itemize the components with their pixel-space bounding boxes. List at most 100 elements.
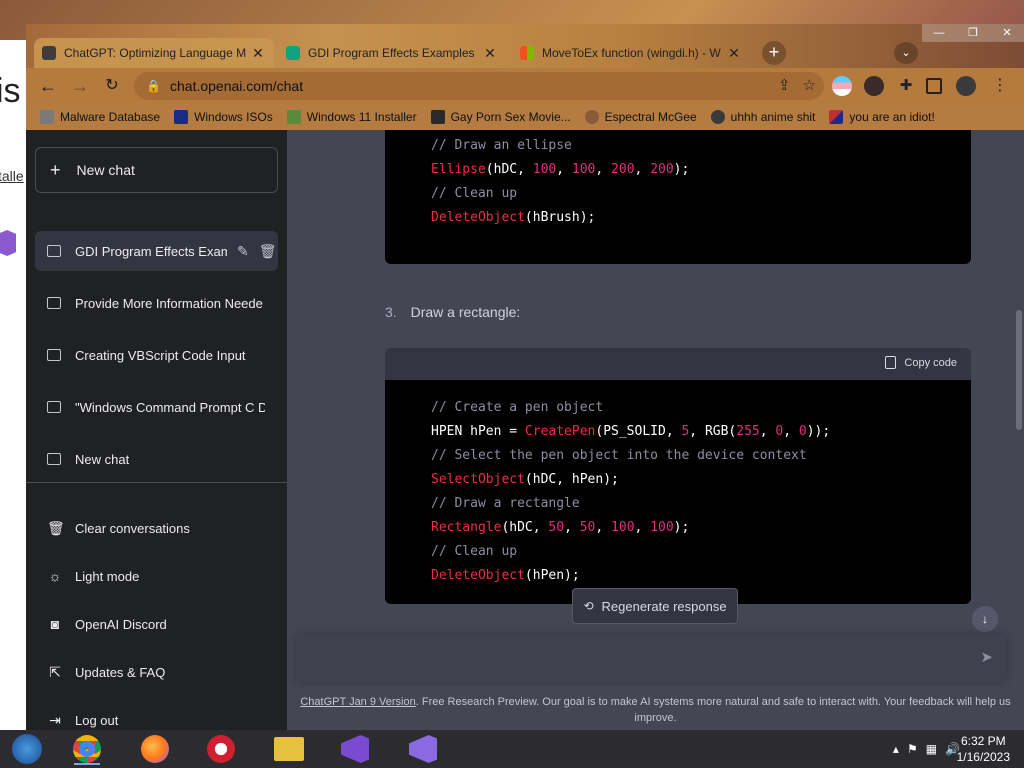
code-token: // Clean up	[431, 186, 518, 201]
bookmark-item[interactable]: Espectral McGee	[584, 110, 697, 124]
log-out-button[interactable]: ⇥ Log out	[47, 712, 118, 729]
system-tray: ▴ ⚑ ▦ 🔊	[893, 742, 960, 756]
tab-movetoex[interactable]: MoveToEx function (wingdi.h) - W ✕	[512, 38, 750, 68]
conversation-item[interactable]: "Windows Command Prompt C D	[35, 387, 278, 427]
bookmark-item[interactable]: uhhh anime shit	[710, 110, 815, 124]
start-button[interactable]	[8, 733, 46, 765]
taskbar-visual-studio-installer[interactable]	[404, 733, 442, 765]
avatar-icon	[584, 110, 599, 124]
close-window-button[interactable]: ✕	[990, 24, 1024, 42]
light-mode-button[interactable]: ☼ Light mode	[47, 568, 140, 584]
code-token: 100	[611, 520, 635, 535]
forward-button[interactable]: →	[68, 74, 92, 98]
code-token: ,	[783, 424, 799, 439]
show-hidden-icons-icon[interactable]: ▴	[893, 742, 899, 756]
code-block-ellipse: // Draw an ellipse Ellipse(hDC, 100, 100,…	[385, 130, 971, 264]
visual-studio-logo-icon	[0, 230, 16, 256]
bookmark-item[interactable]: Windows ISOs	[174, 110, 273, 124]
profile-avatar-icon[interactable]	[956, 76, 976, 96]
close-tab-icon[interactable]: ✕	[482, 45, 498, 62]
code-token: // Create a pen object	[431, 400, 604, 415]
refresh-icon: ⟲	[583, 599, 594, 613]
system-clock[interactable]: 6:32 PM 1/16/2023	[957, 733, 1010, 765]
address-bar[interactable]: 🔒 chat.openai.com/chat ⇪ ☆	[134, 72, 824, 100]
conversation-item[interactable]: GDI Program Effects Exam ✎ 🗑	[35, 231, 278, 271]
new-chat-button[interactable]: + New chat	[35, 147, 278, 193]
taskbar-file-explorer[interactable]	[270, 733, 308, 765]
scroll-down-button[interactable]: ↓	[972, 606, 998, 632]
bookmark-label: Gay Porn Sex Movie...	[450, 110, 571, 124]
bookmark-label: Malware Database	[60, 110, 161, 124]
copy-code-button[interactable]: Copy code	[885, 356, 957, 369]
lock-icon: 🔒	[146, 79, 161, 93]
chrome-menu-icon[interactable]: ⋮	[990, 76, 1010, 96]
tab-gdi-program[interactable]: GDI Program Effects Examples ✕	[278, 38, 506, 68]
delete-icon[interactable]: 🗑	[259, 243, 277, 260]
conversation-item[interactable]: New chat	[35, 439, 278, 479]
bookmark-star-icon[interactable]: ☆	[803, 76, 816, 94]
new-tab-button[interactable]: +	[762, 41, 786, 65]
action-center-flag-icon[interactable]: ⚑	[907, 742, 918, 756]
side-panel-icon[interactable]	[926, 78, 942, 94]
version-link[interactable]: ChatGPT Jan 9 Version	[300, 696, 415, 708]
send-icon[interactable]: ➤	[980, 648, 993, 666]
code-token: ,	[556, 162, 572, 177]
reload-button[interactable]: ↻	[100, 74, 124, 98]
code-line: // Draw a rectangle	[431, 492, 971, 516]
code-line: DeleteObject(hBrush);	[431, 206, 971, 230]
extensions-puzzle-icon[interactable]: ✚	[896, 76, 916, 96]
taskbar-opera[interactable]	[202, 733, 240, 765]
bookmark-item[interactable]: Malware Database	[40, 110, 160, 124]
copy-code-label: Copy code	[904, 356, 957, 369]
site-icon	[430, 110, 445, 124]
conversation-item[interactable]: Provide More Information Neede	[35, 283, 278, 323]
updates-faq-link[interactable]: ⇱ Updates & FAQ	[47, 664, 165, 681]
code-line: SelectObject(hDC, hPen);	[431, 468, 971, 492]
back-button[interactable]: ←	[36, 74, 60, 98]
maximize-button[interactable]: ❐	[956, 24, 990, 42]
clock-date: 1/16/2023	[956, 750, 1010, 764]
regenerate-response-button[interactable]: ⟲ Regenerate response	[572, 588, 738, 624]
code-line: // Draw an ellipse	[431, 134, 971, 158]
footer-disclaimer: ChatGPT Jan 9 Version. Free Research Pre…	[287, 694, 1024, 726]
scrollbar-thumb[interactable]	[1016, 310, 1022, 430]
code-line: DeleteObject(hPen);	[431, 564, 971, 588]
openai-discord-link[interactable]: ◙ OpenAI Discord	[47, 616, 167, 632]
close-tab-icon[interactable]: ✕	[726, 45, 742, 62]
code-line: // Create a pen object	[431, 396, 971, 420]
extension-flag-icon[interactable]	[832, 76, 852, 96]
code-line: HPEN hPen = CreatePen(PS_SOLID, 5, RGB(2…	[431, 420, 971, 444]
taskbar-chrome[interactable]	[68, 733, 106, 765]
openai-favicon-icon	[286, 46, 300, 60]
close-tab-icon[interactable]: ✕	[250, 45, 266, 62]
browser-toolbar: ← → ↻ 🔒 chat.openai.com/chat ⇪ ☆ ✚ ⋮	[26, 68, 1024, 104]
message-input[interactable]: ➤	[296, 634, 1007, 682]
bookmark-label: you are an idiot!	[849, 110, 935, 124]
anime-icon	[710, 110, 725, 124]
code-token: ,	[595, 162, 612, 177]
bookmark-item[interactable]: Gay Porn Sex Movie...	[430, 110, 571, 124]
chat-bubble-icon	[47, 401, 61, 413]
conversation-title: GDI Program Effects Exam	[75, 243, 227, 259]
conversation-item[interactable]: Creating VBScript Code Input	[35, 335, 278, 375]
code-token: Rectangle	[431, 520, 502, 535]
share-icon[interactable]: ⇪	[778, 76, 791, 94]
code-token: ,	[564, 520, 580, 535]
tab-search-button[interactable]: ⌄	[894, 42, 918, 64]
tab-chatgpt[interactable]: ChatGPT: Optimizing Language M ✕	[34, 38, 274, 68]
taskbar-visual-studio[interactable]	[336, 733, 374, 765]
code-token: );	[673, 162, 690, 177]
extension-avatar-icon[interactable]	[864, 76, 884, 96]
taskbar-firefox[interactable]	[136, 733, 174, 765]
background-window-link[interactable]: talle	[0, 168, 24, 184]
code-token: (hDC, hPen);	[524, 472, 619, 487]
browser-window: ChatGPT: Optimizing Language M ✕ GDI Pro…	[26, 24, 1024, 730]
bookmark-item[interactable]: Windows 11 Installer	[286, 110, 417, 124]
bookmark-item[interactable]: you are an idiot!	[829, 110, 935, 124]
network-icon[interactable]: ▦	[926, 742, 937, 756]
minimize-button[interactable]: —	[922, 24, 956, 42]
clear-conversations-button[interactable]: 🗑 Clear conversations	[47, 520, 190, 537]
code-token: // Draw an ellipse	[431, 138, 572, 153]
step-text: Draw a rectangle:	[410, 304, 521, 320]
edit-icon[interactable]: ✎	[237, 243, 249, 260]
